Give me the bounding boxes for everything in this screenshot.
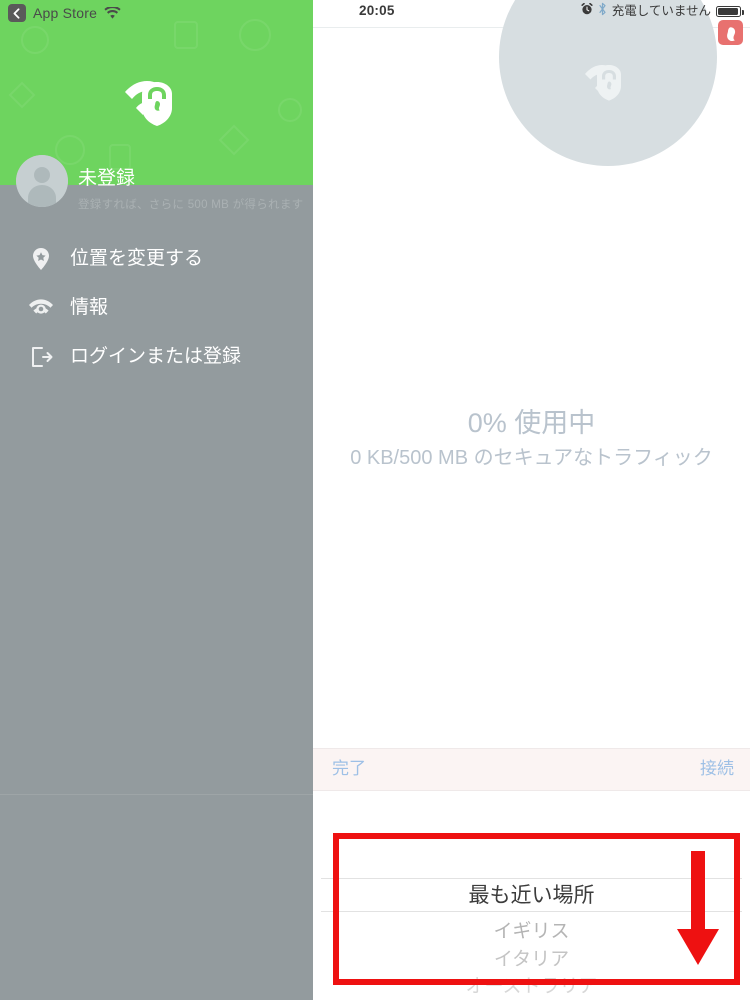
location-pin-star-icon bbox=[28, 246, 54, 272]
status-time: 20:05 bbox=[359, 3, 395, 19]
drawer-divider bbox=[0, 794, 313, 795]
sidebar-item-label: ログインまたは登録 bbox=[70, 346, 242, 367]
picker-option[interactable]: イタリア bbox=[313, 950, 750, 969]
side-drawer: App Store 未登録 登録すれば、さらに 500 MB が得られます 位置… bbox=[0, 0, 313, 1000]
sidebar-item-change-location[interactable]: 位置を変更する bbox=[0, 234, 313, 283]
alarm-clock-icon bbox=[581, 2, 593, 20]
phantom-wifi-info-icon bbox=[28, 295, 54, 321]
login-exit-arrow-icon bbox=[28, 344, 54, 370]
drawer-menu: 位置を変更する 情報 ログインまたは登録 bbox=[0, 234, 313, 381]
connect-button[interactable]: 接続 bbox=[700, 760, 734, 777]
sidebar-item-label: 情報 bbox=[70, 297, 109, 318]
location-picker[interactable]: 最も近い場所 イギリス イタリア オーストラリア bbox=[313, 833, 750, 1000]
usage-summary: 0% 使用中 0 KB/500 MB のセキュアなトラフィック bbox=[313, 408, 750, 472]
picker-selection-line-top bbox=[321, 878, 742, 879]
usage-percent: 0% 使用中 bbox=[467, 408, 596, 438]
usage-detail: 0 KB/500 MB のセキュアなトラフィック bbox=[350, 447, 713, 470]
status-right-group: 充電していません bbox=[581, 2, 744, 21]
avira-phantom-vpn-shield-logo bbox=[585, 65, 621, 101]
drawer-profile[interactable]: 未登録 登録すれば、さらに 500 MB が得られます bbox=[0, 155, 313, 220]
app-screenshot: App Store 未登録 登録すれば、さらに 500 MB が得られます 位置… bbox=[0, 0, 750, 1000]
picker-option-selected[interactable]: 最も近い場所 bbox=[313, 885, 750, 906]
avatar bbox=[16, 155, 68, 207]
status-bar: 20:05 充電していません bbox=[313, 0, 750, 22]
profile-subtitle: 登録すれば、さらに 500 MB が得られます bbox=[78, 199, 304, 211]
picker-option[interactable]: イギリス bbox=[313, 922, 750, 941]
profile-name: 未登録 bbox=[78, 168, 136, 189]
avira-phantom-vpn-shield-logo bbox=[125, 81, 172, 126]
picker-toolbar: 完了 接続 bbox=[313, 748, 750, 791]
sidebar-item-info[interactable]: 情報 bbox=[0, 283, 313, 332]
drawer-status-bar: App Store bbox=[8, 2, 121, 24]
done-button[interactable]: 完了 bbox=[332, 760, 366, 777]
avira-umbrella-a-icon[interactable] bbox=[718, 20, 743, 45]
wifi-icon bbox=[104, 6, 121, 20]
sidebar-item-label: 位置を変更する bbox=[70, 248, 204, 269]
bluetooth-icon bbox=[598, 2, 607, 21]
picker-option[interactable]: オーストラリア bbox=[313, 977, 750, 996]
charging-status-text: 充電していません bbox=[611, 3, 711, 18]
main-panel: 20:05 充電していません 0% 使用中 0 KB/500 MB のセキュアな… bbox=[313, 0, 750, 1000]
back-to-app-store-label[interactable]: App Store bbox=[33, 6, 97, 20]
picker-selection-line-bottom bbox=[321, 911, 742, 912]
battery-icon bbox=[716, 5, 744, 17]
sidebar-item-login-or-register[interactable]: ログインまたは登録 bbox=[0, 332, 313, 381]
back-chevron-icon[interactable] bbox=[8, 4, 26, 22]
